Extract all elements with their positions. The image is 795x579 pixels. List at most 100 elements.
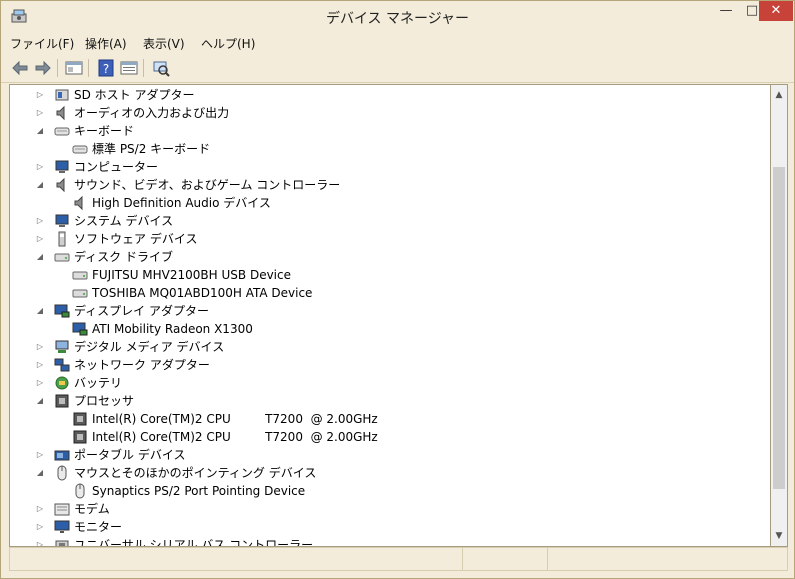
disk-icon [54,253,70,262]
keyboard-icon [54,127,70,136]
collapsed-arrow-icon[interactable]: ▷ [35,356,45,374]
toolbar-separator [88,59,89,77]
title-bar[interactable]: デバイス マネージャー — □ ✕ [1,1,794,32]
collapsed-arrow-icon[interactable]: ▷ [35,446,45,464]
tree-item-label: ソフトウェア デバイス [74,232,198,246]
tree-item-label: Intel(R) Core(TM)2 CPU T7200 @ 2.00GHz [92,412,378,426]
speaker-icon [56,177,65,193]
menu-help[interactable]: ヘルプ(H) [201,35,255,52]
properties-icon[interactable] [120,59,138,77]
tree-category[interactable]: ▷ ネットワーク アダプター [35,356,750,374]
tree-device[interactable]: Intel(R) Core(TM)2 CPU T7200 @ 2.00GHz [56,410,750,428]
close-button[interactable]: ✕ [759,1,793,21]
menu-action[interactable]: 操作(A) [85,35,127,52]
vertical-scrollbar[interactable]: ▲ ▼ [770,84,788,547]
minimize-button[interactable]: — [713,1,739,21]
tree-category[interactable]: ◢ ディスプレイ アダプター [35,302,750,320]
battery-icon [55,376,69,390]
tree-item-label: モニター [74,520,123,534]
tree-item-label: ディスプレイ アダプター [74,304,209,318]
tree-item-label: キーボード [74,124,135,138]
scrollbar-thumb[interactable] [773,167,785,489]
tree-item-label: FUJITSU MHV2100BH USB Device [92,268,291,282]
display-adapter-icon [54,304,70,318]
tree-device[interactable]: Synaptics PS/2 Port Pointing Device [56,482,750,500]
expanded-arrow-icon[interactable]: ◢ [35,392,45,410]
expanded-arrow-icon[interactable]: ◢ [35,176,45,194]
collapsed-arrow-icon[interactable]: ▷ [35,500,45,518]
keyboard-icon [72,145,88,154]
tree-device[interactable]: FUJITSU MHV2100BH USB Device [56,266,750,284]
tree-item-label: プロセッサ [74,394,135,408]
disk-icon [72,289,88,298]
tree-category[interactable]: ▷ モデム [35,500,750,518]
tree-category[interactable]: ▷ デジタル メディア デバイス [35,338,750,356]
collapsed-arrow-icon[interactable]: ▷ [35,374,45,392]
tree-category[interactable]: ▷ システム デバイス [35,212,750,230]
scroll-down-arrow-icon[interactable]: ▼ [771,528,787,544]
tree-category[interactable]: ▷ オーディオの入力および出力 [35,104,750,122]
tree-category[interactable]: ▷ バッテリ [35,374,750,392]
tree-category[interactable]: ◢ マウスとそのほかのポインティング デバイス [35,464,750,482]
tree-category[interactable]: ◢ サウンド、ビデオ、およびゲーム コントローラー [35,176,750,194]
expanded-arrow-icon[interactable]: ◢ [35,464,45,482]
help-icon[interactable]: ? [97,59,115,77]
tree-item-label: モデム [74,502,110,516]
device-manager-window: デバイス マネージャー — □ ✕ ファイル(F) 操作(A) 表示(V) ヘル… [0,0,795,579]
sd-host-icon [55,89,69,101]
menu-bar: ファイル(F) 操作(A) 表示(V) ヘルプ(H) [1,32,794,54]
tree-device[interactable]: 標準 PS/2 キーボード [56,140,750,158]
tree-device[interactable]: ATI Mobility Radeon X1300 [56,320,750,338]
scroll-up-arrow-icon[interactable]: ▲ [771,87,787,103]
tree-item-label: Intel(R) Core(TM)2 CPU T7200 @ 2.00GHz [92,430,378,444]
collapsed-arrow-icon[interactable]: ▷ [35,230,45,248]
tree-item-label: オーディオの入力および出力 [74,106,230,120]
tree-category[interactable]: ▷ ポータブル デバイス [35,446,750,464]
tree-category[interactable]: ▷ SD ホスト アダプター [35,86,750,104]
collapsed-arrow-icon[interactable]: ▷ [35,518,45,536]
collapsed-arrow-icon[interactable]: ▷ [35,86,45,104]
collapsed-arrow-icon[interactable]: ▷ [35,158,45,176]
collapsed-arrow-icon[interactable]: ▷ [35,536,45,546]
tree-category[interactable]: ◢ ディスク ドライブ [35,248,750,266]
tree-category[interactable]: ◢ キーボード [35,122,750,140]
back-arrow-icon[interactable] [11,59,29,77]
console-tree-icon[interactable] [65,59,83,77]
expanded-arrow-icon[interactable]: ◢ [35,248,45,266]
disk-icon [72,271,88,280]
display-adapter-icon [72,322,88,336]
collapsed-arrow-icon[interactable]: ▷ [35,338,45,356]
tree-item-label: ネットワーク アダプター [74,358,210,372]
expanded-arrow-icon[interactable]: ◢ [35,302,45,320]
tree-item-label: ポータブル デバイス [74,448,186,462]
toolbar-separator [57,59,58,77]
tree-device[interactable]: TOSHIBA MQ01ABD100H ATA Device [56,284,750,302]
menu-file[interactable]: ファイル(F) [10,35,74,52]
device-tree[interactable]: ▷ SD ホスト アダプター ▷ オーディオの入力および出力 ◢ キーボード 標準 PS/2… [9,84,771,547]
collapsed-arrow-icon[interactable]: ▷ [35,212,45,230]
tree-item-label: TOSHIBA MQ01ABD100H ATA Device [92,286,313,300]
tree-category[interactable]: ▷ ユニバーサル シリアル バス コントローラー [35,536,750,547]
computer-icon [55,160,69,173]
tree-item-label: マウスとそのほかのポインティング デバイス [74,466,317,480]
monitor-icon [54,520,70,533]
collapsed-arrow-icon[interactable]: ▷ [35,104,45,122]
scan-hardware-icon[interactable] [152,59,170,77]
software-device-icon [58,231,66,247]
tree-category[interactable]: ◢ プロセッサ [35,392,750,410]
mouse-icon [57,465,67,481]
tree-item-label: ディスク ドライブ [74,250,173,264]
status-pane [547,548,787,570]
tree-category[interactable]: ▷ ソフトウェア デバイス [35,230,750,248]
portable-device-icon [54,450,70,461]
menu-view[interactable]: 表示(V) [143,35,185,52]
expanded-arrow-icon[interactable]: ◢ [35,122,45,140]
status-bar [9,547,788,571]
tree-device[interactable]: High Definition Audio デバイス [56,194,750,212]
tree-item-label: ユニバーサル シリアル バス コントローラー [74,538,314,547]
forward-arrow-icon[interactable] [34,59,52,77]
tree-category[interactable]: ▷ コンピューター [35,158,750,176]
tree-category[interactable]: ▷ モニター [35,518,750,536]
tree-device[interactable]: Intel(R) Core(TM)2 CPU T7200 @ 2.00GHz [56,428,750,446]
network-icon [54,358,70,372]
